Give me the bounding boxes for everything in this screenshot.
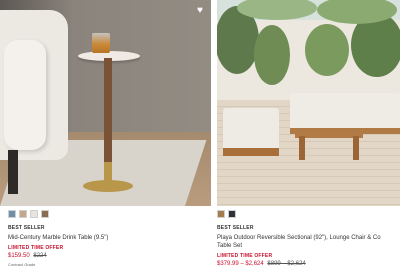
best-seller-badge: BEST SELLER bbox=[217, 225, 254, 231]
color-swatches bbox=[217, 210, 236, 218]
product-meta: BEST SELLER Playa Outdoor Reversible Sec… bbox=[217, 225, 398, 267]
product-image-drink-table[interactable]: ♥ bbox=[0, 0, 211, 206]
product-title[interactable]: Mid-Century Marble Drink Table (9.5") bbox=[8, 234, 209, 242]
original-price: $224 bbox=[33, 253, 47, 259]
scene-lounge-frame bbox=[223, 148, 279, 156]
heart-icon[interactable]: ♥ bbox=[194, 5, 206, 17]
drink-table-base bbox=[83, 180, 133, 192]
swatch-4[interactable] bbox=[41, 210, 49, 218]
sale-price-range: $379.99 – $2,624 bbox=[217, 261, 264, 267]
product-meta: BEST SELLER Mid-Century Marble Drink Tab… bbox=[8, 225, 209, 267]
scene-coffee-table-leg bbox=[353, 136, 359, 160]
scene-armchair-leg bbox=[8, 150, 18, 194]
best-seller-badge: BEST SELLER bbox=[8, 225, 45, 231]
footnote: Contract Grade bbox=[8, 262, 36, 267]
product-title-line2[interactable]: Table Set bbox=[217, 242, 398, 250]
product-card-drink-table[interactable]: ♥ BEST SELLER Mid-Century Marble Drink T… bbox=[0, 0, 211, 267]
product-image-playa-sectional[interactable] bbox=[217, 0, 400, 206]
promo-label: LIMITED TIME OFFER bbox=[217, 253, 273, 259]
scene-coffee-table-leg bbox=[299, 136, 305, 160]
scene-armchair-arm bbox=[4, 40, 46, 150]
original-price-range: $899 – $2,624 bbox=[267, 261, 306, 267]
drink-table-stem bbox=[104, 58, 112, 170]
swatch-2[interactable] bbox=[228, 210, 236, 218]
sale-price: $159.50 bbox=[8, 253, 30, 259]
price: $159.50 $224 bbox=[8, 253, 209, 259]
product-card-playa-sectional[interactable]: BEST SELLER Playa Outdoor Reversible Sec… bbox=[217, 0, 400, 267]
swatch-1[interactable] bbox=[217, 210, 225, 218]
scene-lounge-chair bbox=[223, 108, 279, 152]
price: $379.99 – $2,624 $899 – $2,624 bbox=[217, 261, 398, 267]
product-title[interactable]: Playa Outdoor Reversible Sectional (92")… bbox=[217, 234, 398, 242]
promo-label: LIMITED TIME OFFER bbox=[8, 245, 64, 251]
drink-glass bbox=[92, 33, 110, 53]
swatch-2[interactable] bbox=[19, 210, 27, 218]
scene-sectional bbox=[290, 93, 400, 131]
swatch-3[interactable] bbox=[30, 210, 38, 218]
color-swatches bbox=[8, 210, 49, 218]
scene-plants bbox=[217, 0, 400, 85]
swatch-1[interactable] bbox=[8, 210, 16, 218]
